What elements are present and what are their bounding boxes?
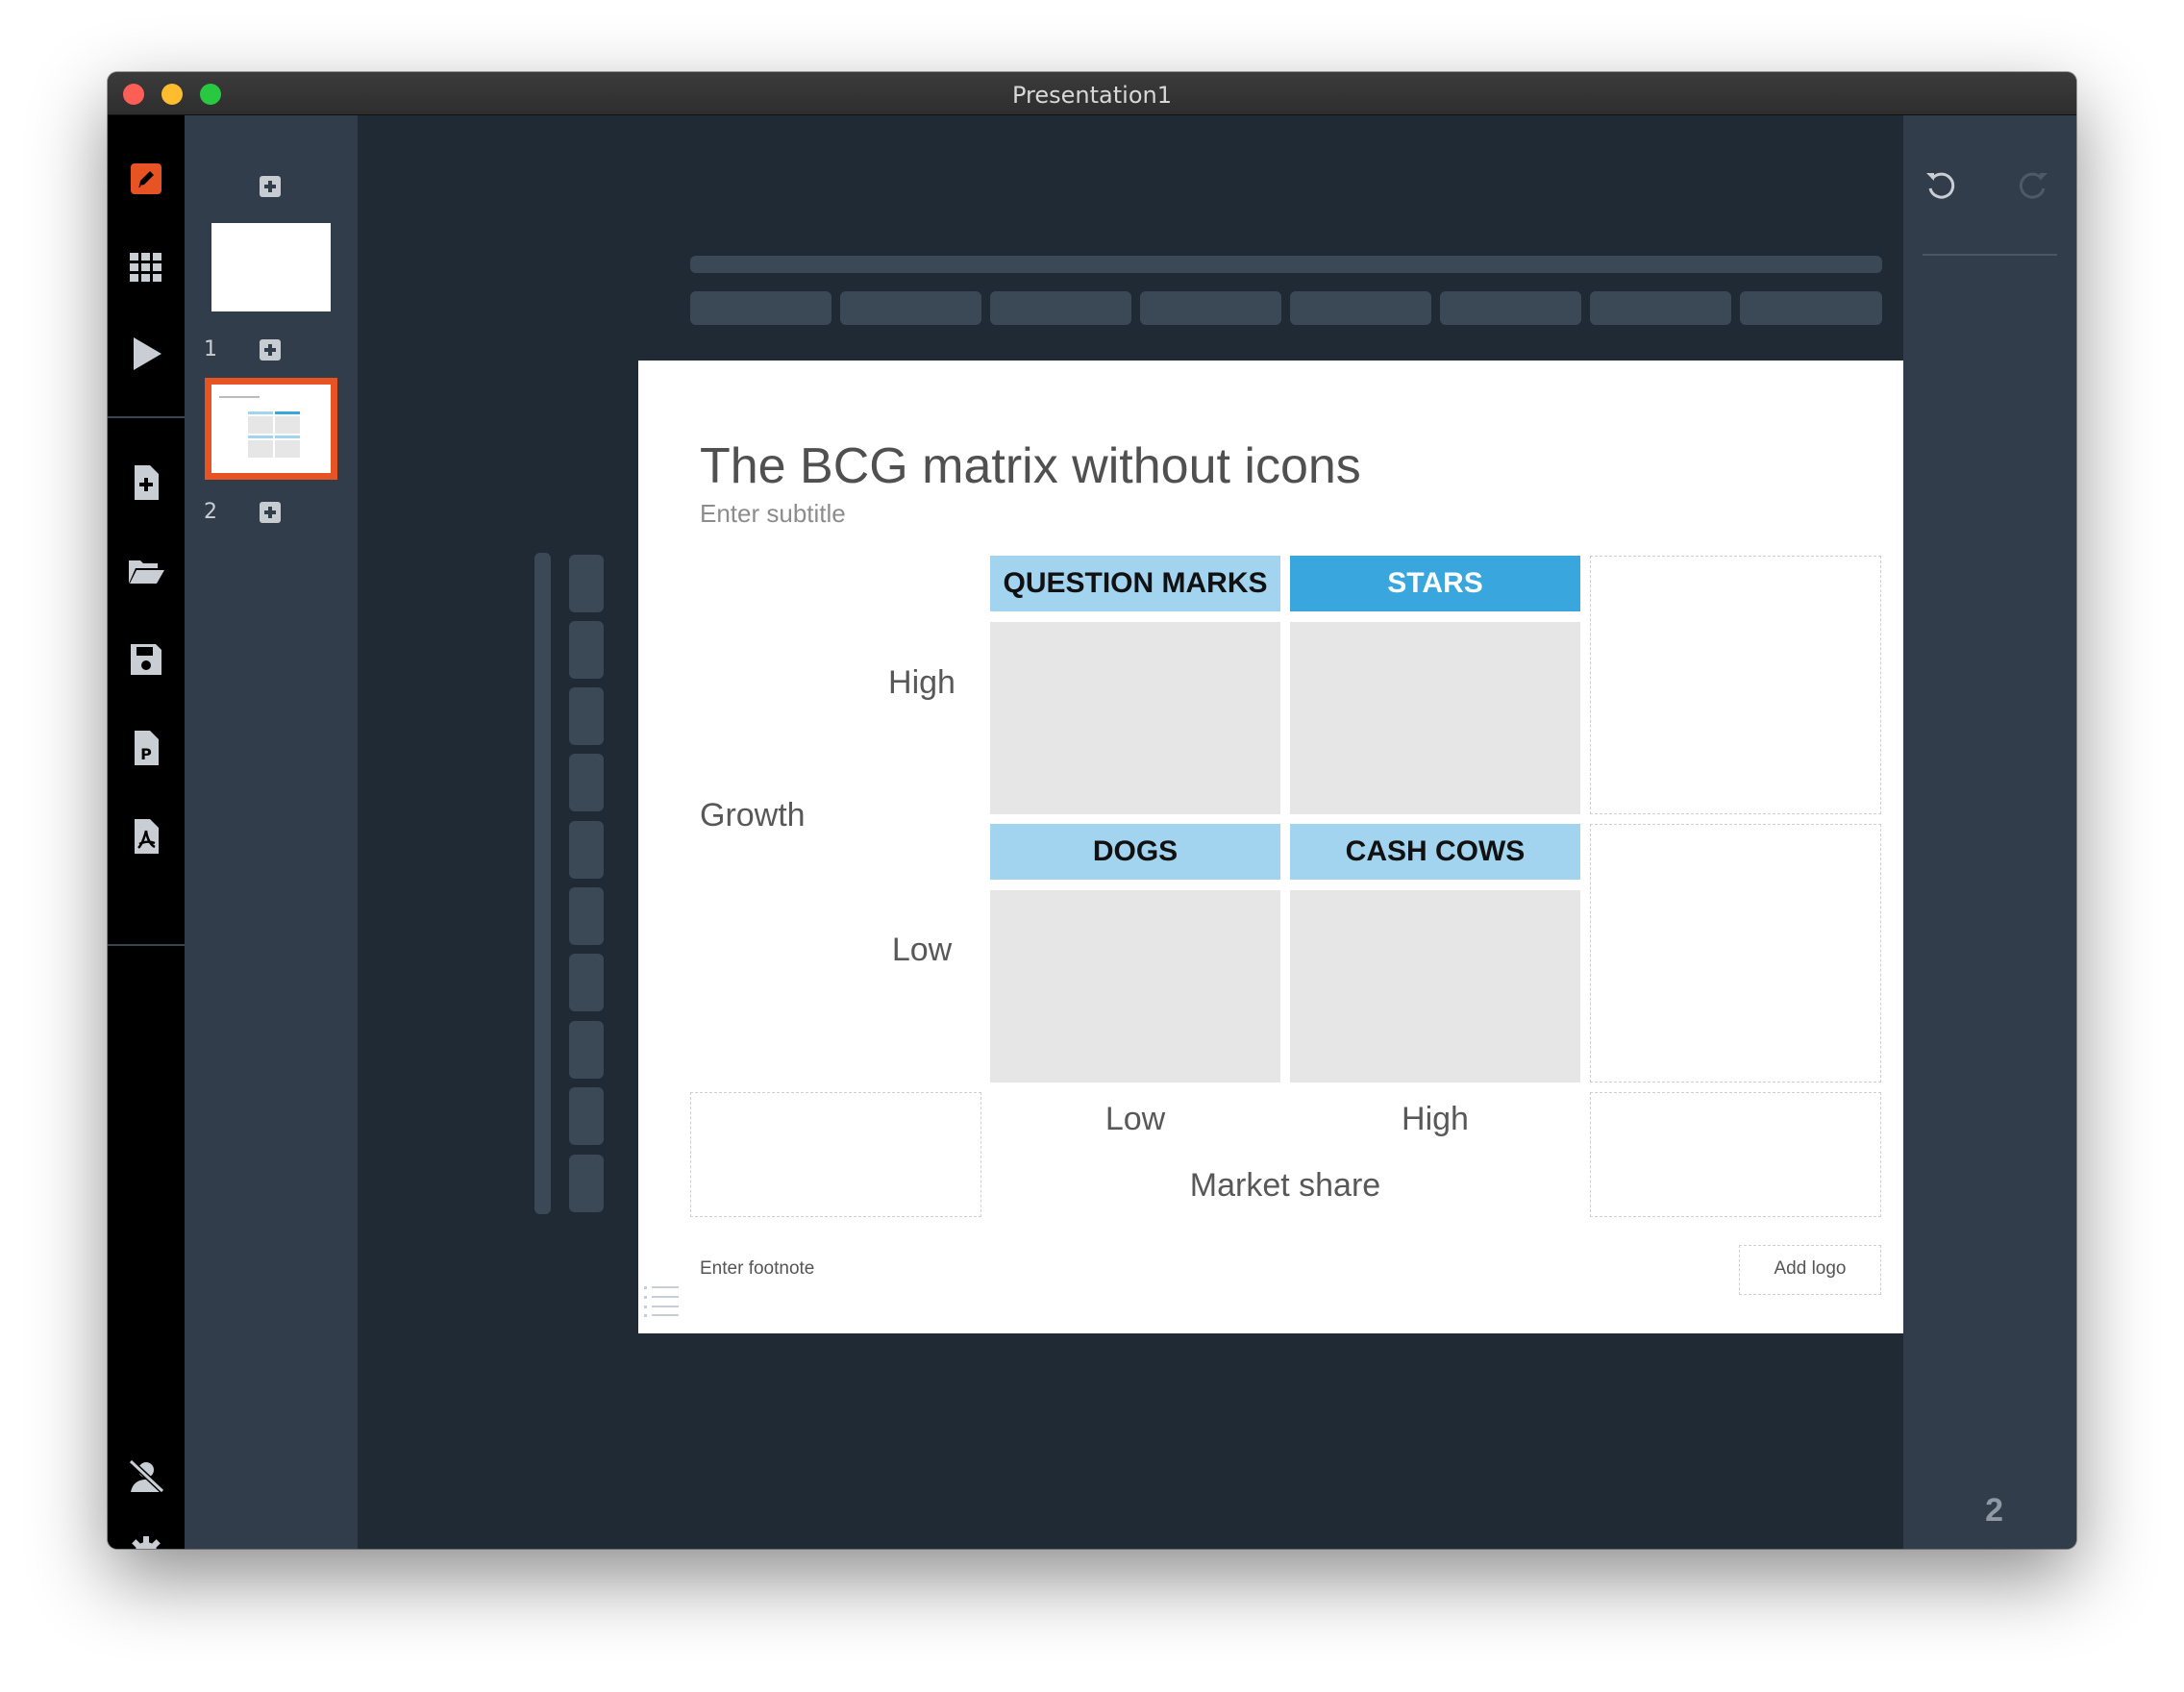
question-marks-header[interactable]: QUESTION MARKS: [990, 556, 1280, 611]
x-axis-high[interactable]: High: [1290, 1101, 1580, 1138]
side-tool-placeholder[interactable]: [569, 754, 604, 811]
cash-cows-header[interactable]: CASH COWS: [1290, 824, 1580, 880]
slide-number: 1: [204, 337, 217, 361]
toolbar-button-placeholder[interactable]: [1740, 291, 1882, 325]
y-axis-high[interactable]: High: [859, 664, 984, 702]
slide-thumbnail-1[interactable]: [211, 223, 331, 311]
slide-footnote[interactable]: Enter footnote: [700, 1258, 814, 1280]
stars-quadrant[interactable]: [1290, 622, 1580, 814]
y-axis-low[interactable]: Low: [859, 932, 984, 969]
right-panel: 2: [1903, 115, 2076, 1549]
slide-title[interactable]: The BCG matrix without icons: [700, 437, 1361, 495]
slide-number: 2: [204, 500, 217, 524]
window-title: Presentation1: [1012, 82, 1172, 109]
placeholder-box[interactable]: [690, 1092, 981, 1217]
slide-thumbnail-2[interactable]: [205, 378, 337, 480]
x-axis-label[interactable]: Market share: [990, 1167, 1580, 1205]
account-icon[interactable]: [127, 1457, 165, 1496]
side-tool-placeholder[interactable]: [569, 954, 604, 1011]
add-slide-button[interactable]: [260, 176, 281, 197]
add-logo-button[interactable]: Add logo: [1739, 1245, 1881, 1295]
settings-icon[interactable]: [127, 1534, 165, 1549]
toolbar-divider: [108, 944, 185, 946]
side-scroll-placeholder: [534, 553, 551, 1214]
redo-icon[interactable]: [2013, 165, 2051, 204]
side-tool-placeholder[interactable]: [569, 887, 604, 945]
toolbar-button-placeholder[interactable]: [690, 291, 831, 325]
powerpoint-export-icon[interactable]: P: [127, 729, 165, 767]
placeholder-box[interactable]: [1590, 824, 1881, 1082]
side-tool-placeholder[interactable]: [569, 821, 604, 879]
side-tool-placeholder[interactable]: [569, 555, 604, 612]
add-slide-button[interactable]: [260, 502, 281, 523]
app-window: Presentation1 P 1 2 The BCG matrix witho…: [108, 72, 2076, 1549]
stars-header[interactable]: STARS: [1290, 556, 1580, 611]
notes-list-icon[interactable]: [642, 1283, 681, 1318]
toolbar-divider: [108, 416, 185, 418]
add-slide-button[interactable]: [260, 339, 281, 361]
grid-icon[interactable]: [127, 248, 165, 286]
toolbar-button-placeholder[interactable]: [1440, 291, 1581, 325]
right-panel-divider: [1923, 254, 2057, 256]
y-axis-label[interactable]: Growth: [700, 797, 863, 834]
left-toolbar: P: [108, 115, 185, 1549]
title-bar: Presentation1: [108, 72, 2076, 115]
play-icon[interactable]: [127, 335, 165, 373]
toolbar-button-placeholder[interactable]: [1140, 291, 1281, 325]
slide-thumbnail-panel: 1 2: [185, 115, 358, 1549]
side-tool-placeholder[interactable]: [569, 1021, 604, 1079]
side-tool-placeholder[interactable]: [569, 687, 604, 745]
new-file-icon[interactable]: [127, 463, 165, 502]
dogs-header[interactable]: DOGS: [990, 824, 1280, 880]
side-tool-placeholder[interactable]: [569, 1155, 604, 1212]
toolbar-button-placeholder[interactable]: [990, 291, 1131, 325]
toolbar-button-placeholder[interactable]: [1590, 291, 1731, 325]
slide-canvas[interactable]: The BCG matrix without icons Enter subti…: [638, 361, 1934, 1333]
save-icon[interactable]: [127, 640, 165, 679]
side-tool-placeholder[interactable]: [569, 621, 604, 679]
dogs-quadrant[interactable]: [990, 890, 1280, 1082]
x-axis-low[interactable]: Low: [990, 1101, 1280, 1138]
question-marks-quadrant[interactable]: [990, 622, 1280, 814]
toolbar-button-placeholder[interactable]: [840, 291, 981, 325]
side-tool-placeholder[interactable]: [569, 1087, 604, 1145]
cash-cows-quadrant[interactable]: [1290, 890, 1580, 1082]
placeholder-box[interactable]: [1590, 556, 1881, 814]
edit-icon[interactable]: [127, 160, 165, 198]
undo-icon[interactable]: [1923, 165, 1961, 204]
pdf-export-icon[interactable]: [127, 817, 165, 856]
toolbar-placeholder: [690, 256, 1882, 273]
placeholder-box[interactable]: [1590, 1092, 1881, 1217]
slide-subtitle[interactable]: Enter subtitle: [700, 499, 846, 529]
toolbar-button-placeholder[interactable]: [1290, 291, 1431, 325]
svg-text:P: P: [140, 745, 152, 763]
open-folder-icon[interactable]: [127, 552, 165, 590]
page-number-indicator: 2: [1985, 1492, 2003, 1529]
